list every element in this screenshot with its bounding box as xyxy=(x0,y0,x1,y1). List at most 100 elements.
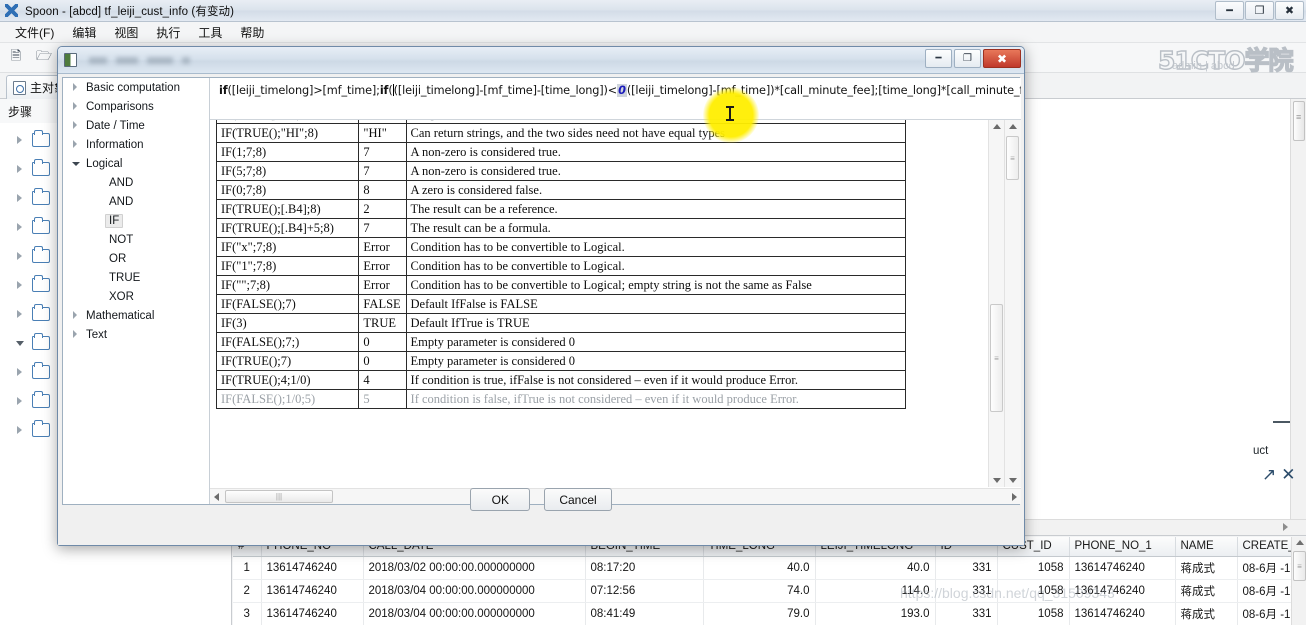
chevron-right-icon[interactable] xyxy=(14,394,28,408)
dialog-right-pane: if([leiji_timelong]>[mf_time];if(([leiji… xyxy=(209,78,1021,504)
cell-leiji-timelong: 40.0 xyxy=(815,556,936,580)
fn-item-xor[interactable]: XOR xyxy=(63,287,209,306)
cell-name: 蒋成式 xyxy=(1175,602,1238,625)
formula-input[interactable]: if([leiji_timelong]>[mf_time];if(([leiji… xyxy=(210,78,1021,120)
spoon-app-icon xyxy=(4,3,20,19)
cell-num: 3 xyxy=(233,602,262,625)
menu-item-run[interactable]: 执行 xyxy=(147,22,189,43)
chevron-right-icon[interactable] xyxy=(14,278,28,292)
chevron-down-icon[interactable] xyxy=(14,336,28,350)
formula-seg-6: ([leiji_timelong]-[mf_time])*[call_minut… xyxy=(626,84,1021,97)
fn-item-or[interactable]: OR xyxy=(63,249,209,268)
menu-item-edit[interactable]: 编辑 xyxy=(63,22,105,43)
cell-expression: IF(3) xyxy=(215,313,360,333)
col-header-name[interactable]: NAME xyxy=(1175,537,1238,557)
close-panel-icon[interactable]: ✕ xyxy=(1281,466,1295,483)
formula-seg-0: if xyxy=(219,84,228,97)
table-row[interactable]: 2 13614746240 2018/03/04 00:00:00.000000… xyxy=(233,579,1306,603)
doc-outer-vscroll-thumb[interactable]: ≡ xyxy=(1006,136,1019,180)
expand-panel-icon[interactable]: ↗ xyxy=(1262,466,1276,483)
fn-label: OR xyxy=(109,252,127,265)
restore-button[interactable]: ❐ xyxy=(1245,1,1274,20)
scroll-down-icon[interactable] xyxy=(1009,478,1017,483)
menu-item-view[interactable]: 视图 xyxy=(105,22,147,43)
fn-label: Information xyxy=(86,138,144,151)
menu-item-tools[interactable]: 工具 xyxy=(189,22,231,43)
chevron-right-icon[interactable] xyxy=(14,220,28,234)
fn-category-logical[interactable]: Logical xyxy=(63,154,209,173)
table-row[interactable]: 3 13614746240 2018/03/04 00:00:00.000000… xyxy=(233,602,1306,625)
menu-item-file[interactable]: 文件(F) xyxy=(6,22,63,43)
chevron-right-icon[interactable] xyxy=(71,139,82,150)
folder-icon xyxy=(32,158,50,176)
cancel-button[interactable]: Cancel xyxy=(544,488,612,511)
fn-category-mathematical[interactable]: Mathematical xyxy=(63,306,209,325)
col-header-phone-no-1[interactable]: PHONE_NO_1 xyxy=(1069,537,1176,557)
cell-phone-no: 13614746240 xyxy=(261,556,364,580)
fn-category-basic-computation[interactable]: Basic computation xyxy=(63,78,209,97)
menu-item-help[interactable]: 帮助 xyxy=(231,22,273,43)
result-grid-vertical-scrollbar[interactable]: ≡ xyxy=(1291,537,1306,625)
cell-expression: IF("";7;8) xyxy=(215,275,360,295)
fn-item-true[interactable]: TRUE xyxy=(63,268,209,287)
cell-result: FALSE xyxy=(358,294,407,314)
result-grid-vscroll-thumb[interactable]: ≡ xyxy=(1293,551,1306,581)
fn-item-and[interactable]: AND xyxy=(63,173,209,192)
fn-category-comparisons[interactable]: Comparisons xyxy=(63,97,209,116)
scroll-right-icon[interactable] xyxy=(1283,523,1288,531)
scroll-up-icon[interactable] xyxy=(1009,124,1017,129)
cell-call-date: 2018/03/04 00:00:00.000000000 xyxy=(363,602,586,625)
chevron-right-icon[interactable] xyxy=(71,101,82,112)
dialog-close-button[interactable]: ✖ xyxy=(983,49,1021,68)
chevron-right-icon[interactable] xyxy=(14,191,28,205)
cell-result: 2 xyxy=(358,199,407,219)
fn-item-if[interactable]: IF xyxy=(63,211,209,230)
table-row[interactable]: 1 13614746240 2018/03/02 00:00:00.000000… xyxy=(233,556,1306,580)
chevron-right-icon[interactable] xyxy=(14,365,28,379)
folder-icon xyxy=(32,390,50,408)
fn-label: Basic computation xyxy=(86,81,180,94)
chevron-right-icon[interactable] xyxy=(71,82,82,93)
chevron-right-icon[interactable] xyxy=(14,162,28,176)
function-documentation-pane[interactable]: IF(TRUE();7;8) 7 Simple if. IF(TRUE();"H… xyxy=(210,120,1021,504)
chevron-right-icon[interactable] xyxy=(14,423,28,437)
cell-result: TRUE xyxy=(358,313,407,333)
chevron-right-icon[interactable] xyxy=(14,249,28,263)
new-file-icon[interactable]: 🗎 xyxy=(5,47,27,69)
scroll-up-icon[interactable] xyxy=(992,124,1001,129)
fn-item-not[interactable]: NOT xyxy=(63,230,209,249)
doc-inner-vertical-scrollbar[interactable]: ≡ xyxy=(988,120,1004,487)
chevron-right-icon[interactable] xyxy=(14,133,28,147)
fn-item-and-2[interactable]: AND xyxy=(63,192,209,211)
chevron-right-icon[interactable] xyxy=(71,120,82,131)
chevron-down-icon[interactable] xyxy=(71,158,82,169)
canvas-vertical-scrollbar[interactable] xyxy=(1290,99,1306,520)
scroll-up-icon[interactable] xyxy=(1296,540,1304,545)
function-category-tree[interactable]: Basic computation Comparisons Date / Tim… xyxy=(63,78,209,504)
formula-editor-dialog[interactable]: ━ ❐ ✖ Basic computation Comparisons Date… xyxy=(57,46,1025,546)
cell-description: Default IfTrue is TRUE xyxy=(405,313,907,333)
open-file-icon[interactable]: 🗁 xyxy=(33,47,55,69)
cell-description: Condition has to be convertible to Logic… xyxy=(405,237,907,257)
fn-category-text[interactable]: Text xyxy=(63,325,209,344)
folder-icon xyxy=(32,245,50,263)
fn-category-information[interactable]: Information xyxy=(63,135,209,154)
preview-result-grid[interactable]: # PHONE_NO CALL_DATE BEGIN_TIME TIME_LON… xyxy=(233,537,1306,625)
ok-button[interactable]: OK xyxy=(470,488,531,511)
chevron-right-icon[interactable] xyxy=(14,307,28,321)
doc-outer-vertical-scrollbar[interactable]: ≡ xyxy=(1004,120,1021,487)
canvas-vscroll-thumb[interactable] xyxy=(1293,101,1305,141)
close-button[interactable]: ✖ xyxy=(1275,1,1304,20)
fn-label: AND xyxy=(109,176,134,189)
scroll-down-icon[interactable] xyxy=(992,478,1001,483)
minimize-button[interactable]: ━ xyxy=(1215,1,1244,20)
cell-call-date: 2018/03/02 00:00:00.000000000 xyxy=(363,556,586,580)
chevron-right-icon[interactable] xyxy=(71,310,82,321)
table-row: IF("";7;8) Error Condition has to be con… xyxy=(215,275,907,295)
doc-inner-vscroll-thumb[interactable]: ≡ xyxy=(990,304,1003,412)
dialog-minimize-button[interactable]: ━ xyxy=(925,49,952,68)
chevron-right-icon[interactable] xyxy=(71,329,82,340)
dialog-restore-button[interactable]: ❐ xyxy=(954,49,981,68)
fn-category-date-time[interactable]: Date / Time xyxy=(63,116,209,135)
window-title: Spoon - [abcd] tf_leiji_cust_info (有变动) xyxy=(25,5,235,18)
